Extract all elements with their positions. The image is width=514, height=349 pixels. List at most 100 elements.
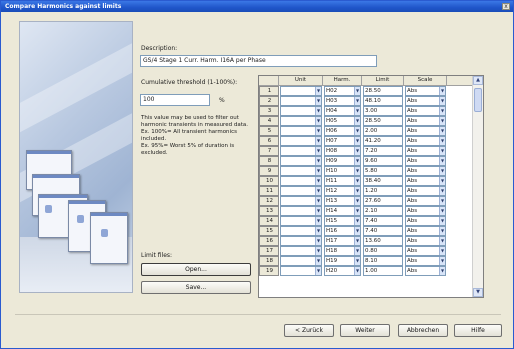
limit-input[interactable]: 8.10 bbox=[363, 256, 403, 266]
chevron-down-icon[interactable]: ▼ bbox=[354, 167, 360, 175]
unit-dropdown[interactable]: ▼ bbox=[280, 96, 322, 106]
harm-dropdown[interactable]: H15 ▼ bbox=[324, 216, 361, 226]
scale-dropdown[interactable]: Abs ▼ bbox=[405, 236, 446, 246]
scale-dropdown[interactable]: Abs ▼ bbox=[405, 96, 446, 106]
row-number[interactable]: 14 bbox=[259, 216, 279, 226]
chevron-down-icon[interactable]: ▼ bbox=[439, 227, 445, 235]
col-header-limit[interactable]: Limit bbox=[362, 76, 404, 86]
row-number[interactable]: 16 bbox=[259, 236, 279, 246]
chevron-down-icon[interactable]: ▼ bbox=[315, 187, 321, 195]
title-bar[interactable]: Compare Harmonics against limits x bbox=[1, 1, 513, 12]
limit-input[interactable]: 0.80 bbox=[363, 246, 403, 256]
chevron-down-icon[interactable]: ▼ bbox=[439, 157, 445, 165]
chevron-down-icon[interactable]: ▼ bbox=[315, 127, 321, 135]
limit-input[interactable]: 7.40 bbox=[363, 226, 403, 236]
harm-dropdown[interactable]: H11 ▼ bbox=[324, 176, 361, 186]
col-header-scale[interactable]: Scale bbox=[404, 76, 447, 86]
harm-dropdown[interactable]: H03 ▼ bbox=[324, 96, 361, 106]
harm-dropdown[interactable]: H08 ▼ bbox=[324, 146, 361, 156]
row-number[interactable]: 15 bbox=[259, 226, 279, 236]
harm-dropdown[interactable]: H12 ▼ bbox=[324, 186, 361, 196]
scale-dropdown[interactable]: Abs ▼ bbox=[405, 116, 446, 126]
chevron-down-icon[interactable]: ▼ bbox=[354, 147, 360, 155]
chevron-down-icon[interactable]: ▼ bbox=[354, 127, 360, 135]
row-number[interactable]: 12 bbox=[259, 196, 279, 206]
unit-dropdown[interactable]: ▼ bbox=[280, 196, 322, 206]
row-number[interactable]: 3 bbox=[259, 106, 279, 116]
harm-dropdown[interactable]: H06 ▼ bbox=[324, 126, 361, 136]
row-number[interactable]: 10 bbox=[259, 176, 279, 186]
chevron-down-icon[interactable]: ▼ bbox=[315, 197, 321, 205]
unit-dropdown[interactable]: ▼ bbox=[280, 226, 322, 236]
scale-dropdown[interactable]: Abs ▼ bbox=[405, 126, 446, 136]
chevron-down-icon[interactable]: ▼ bbox=[315, 97, 321, 105]
chevron-down-icon[interactable]: ▼ bbox=[315, 267, 321, 275]
limit-input[interactable]: 1.00 bbox=[363, 266, 403, 276]
harm-dropdown[interactable]: H16 ▼ bbox=[324, 226, 361, 236]
row-number[interactable]: 8 bbox=[259, 156, 279, 166]
grid-scrollbar[interactable]: ▲ ▼ bbox=[472, 76, 483, 297]
chevron-down-icon[interactable]: ▼ bbox=[439, 97, 445, 105]
chevron-down-icon[interactable]: ▼ bbox=[354, 257, 360, 265]
chevron-down-icon[interactable]: ▼ bbox=[354, 217, 360, 225]
chevron-down-icon[interactable]: ▼ bbox=[315, 117, 321, 125]
col-header-harm[interactable]: Harm. bbox=[323, 76, 362, 86]
row-number[interactable]: 7 bbox=[259, 146, 279, 156]
limit-input[interactable]: 38.40 bbox=[363, 176, 403, 186]
harm-dropdown[interactable]: H09 ▼ bbox=[324, 156, 361, 166]
row-number[interactable]: 1 bbox=[259, 86, 279, 96]
chevron-down-icon[interactable]: ▼ bbox=[315, 87, 321, 95]
scale-dropdown[interactable]: Abs ▼ bbox=[405, 226, 446, 236]
save-button[interactable]: Save... bbox=[141, 281, 251, 294]
limit-input[interactable]: 2.10 bbox=[363, 206, 403, 216]
chevron-down-icon[interactable]: ▼ bbox=[354, 267, 360, 275]
harm-dropdown[interactable]: H02 ▼ bbox=[324, 86, 361, 96]
harm-dropdown[interactable]: H17 ▼ bbox=[324, 236, 361, 246]
chevron-down-icon[interactable]: ▼ bbox=[354, 237, 360, 245]
harm-dropdown[interactable]: H18 ▼ bbox=[324, 246, 361, 256]
unit-dropdown[interactable]: ▼ bbox=[280, 186, 322, 196]
limit-input[interactable]: 9.60 bbox=[363, 156, 403, 166]
chevron-down-icon[interactable]: ▼ bbox=[439, 147, 445, 155]
chevron-down-icon[interactable]: ▼ bbox=[315, 137, 321, 145]
limit-input[interactable]: 2.00 bbox=[363, 126, 403, 136]
harm-dropdown[interactable]: H19 ▼ bbox=[324, 256, 361, 266]
row-number[interactable]: 2 bbox=[259, 96, 279, 106]
back-button[interactable]: < Zurück bbox=[284, 324, 334, 337]
chevron-down-icon[interactable]: ▼ bbox=[315, 207, 321, 215]
scale-dropdown[interactable]: Abs ▼ bbox=[405, 186, 446, 196]
unit-dropdown[interactable]: ▼ bbox=[280, 106, 322, 116]
arrow-down-icon[interactable]: ▼ bbox=[473, 288, 483, 297]
chevron-down-icon[interactable]: ▼ bbox=[439, 127, 445, 135]
scale-dropdown[interactable]: Abs ▼ bbox=[405, 166, 446, 176]
chevron-down-icon[interactable]: ▼ bbox=[439, 237, 445, 245]
help-button[interactable]: Hilfe bbox=[454, 324, 502, 337]
chevron-down-icon[interactable]: ▼ bbox=[439, 197, 445, 205]
chevron-down-icon[interactable]: ▼ bbox=[354, 137, 360, 145]
chevron-down-icon[interactable]: ▼ bbox=[354, 157, 360, 165]
scale-dropdown[interactable]: Abs ▼ bbox=[405, 136, 446, 146]
harm-dropdown[interactable]: H04 ▼ bbox=[324, 106, 361, 116]
scale-dropdown[interactable]: Abs ▼ bbox=[405, 246, 446, 256]
chevron-down-icon[interactable]: ▼ bbox=[439, 177, 445, 185]
close-button[interactable]: x bbox=[502, 3, 510, 10]
unit-dropdown[interactable]: ▼ bbox=[280, 176, 322, 186]
unit-dropdown[interactable]: ▼ bbox=[280, 166, 322, 176]
limit-input[interactable]: 1.20 bbox=[363, 186, 403, 196]
harm-dropdown[interactable]: H13 ▼ bbox=[324, 196, 361, 206]
scale-dropdown[interactable]: Abs ▼ bbox=[405, 266, 446, 276]
limit-input[interactable]: 13.60 bbox=[363, 236, 403, 246]
chevron-down-icon[interactable]: ▼ bbox=[354, 97, 360, 105]
limit-input[interactable]: 3.00 bbox=[363, 106, 403, 116]
scale-dropdown[interactable]: Abs ▼ bbox=[405, 176, 446, 186]
chevron-down-icon[interactable]: ▼ bbox=[315, 157, 321, 165]
limit-input[interactable]: 5.80 bbox=[363, 166, 403, 176]
chevron-down-icon[interactable]: ▼ bbox=[439, 217, 445, 225]
harm-dropdown[interactable]: H10 ▼ bbox=[324, 166, 361, 176]
chevron-down-icon[interactable]: ▼ bbox=[439, 87, 445, 95]
chevron-down-icon[interactable]: ▼ bbox=[315, 257, 321, 265]
chevron-down-icon[interactable]: ▼ bbox=[315, 147, 321, 155]
limit-input[interactable]: 28.50 bbox=[363, 116, 403, 126]
row-number[interactable]: 5 bbox=[259, 126, 279, 136]
limit-input[interactable]: 28.50 bbox=[363, 86, 403, 96]
